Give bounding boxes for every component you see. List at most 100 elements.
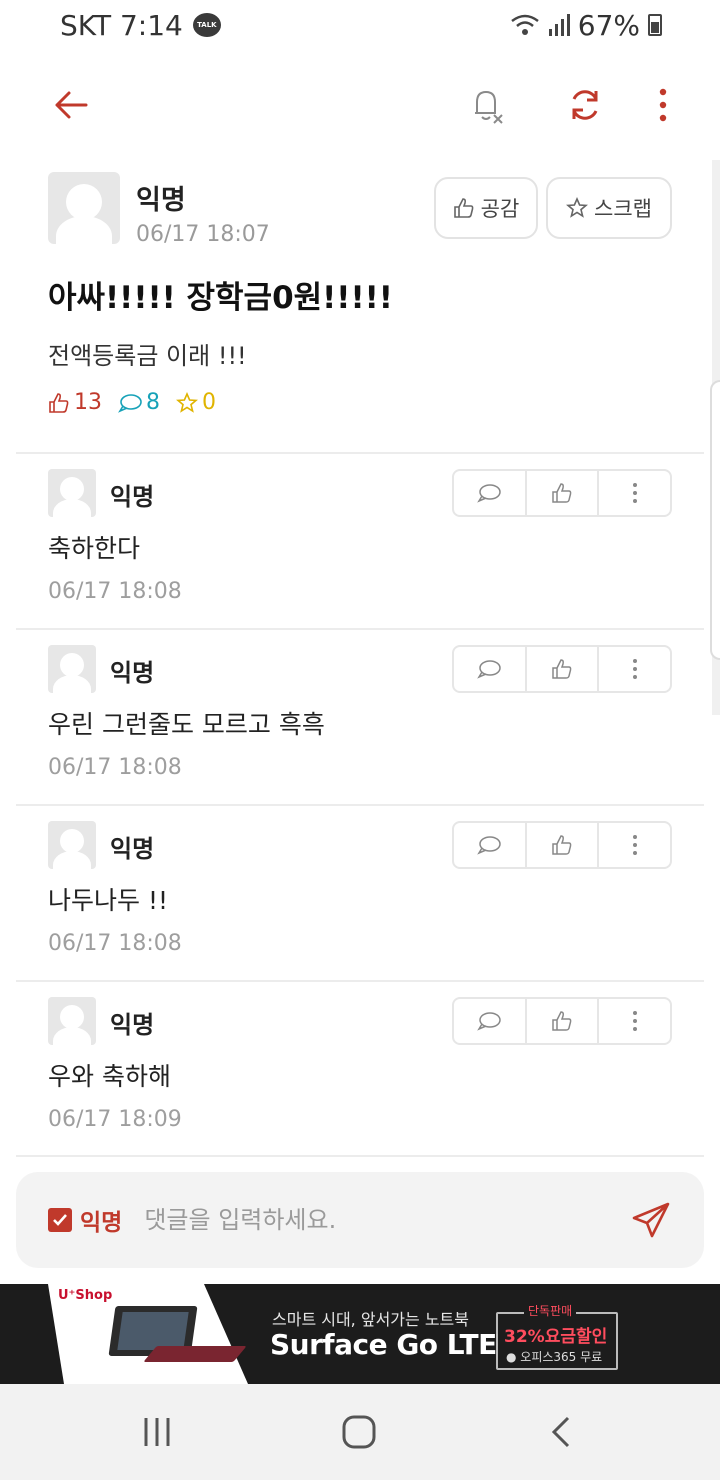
- like-button-label: 공감: [480, 197, 520, 221]
- keyboard-image: [143, 1346, 247, 1362]
- send-button[interactable]: [626, 1195, 676, 1245]
- speech-bubble-icon: [477, 836, 502, 855]
- comment-like-button[interactable]: [527, 471, 600, 515]
- ad-brand-logo: U⁺Shop: [58, 1288, 113, 1303]
- comment-author: 익명: [110, 1011, 155, 1039]
- comment-text: 나두나두 !!: [48, 886, 168, 915]
- comment-like-button[interactable]: [527, 823, 600, 867]
- send-icon: [632, 1202, 670, 1238]
- post-body: 전액등록금 이래 !!!: [48, 342, 247, 370]
- anonymous-label[interactable]: 익명: [80, 1203, 122, 1237]
- recent-apps-button[interactable]: [133, 1408, 181, 1456]
- speech-bubble-icon: [477, 660, 502, 679]
- comment-input-bar: 익명: [16, 1172, 704, 1268]
- ad-title: Surface Go LTE: [270, 1328, 497, 1361]
- comment-like-button[interactable]: [527, 999, 600, 1043]
- comment-like-button[interactable]: [527, 647, 600, 691]
- back-nav-button[interactable]: [537, 1408, 585, 1456]
- comment-time: 06/17 18:08: [48, 579, 182, 604]
- scrap-button[interactable]: 스크랩: [546, 177, 672, 239]
- system-nav-bar: [0, 1384, 720, 1480]
- comment-input[interactable]: [144, 1206, 626, 1234]
- speech-bubble-icon: [118, 393, 142, 413]
- reply-button[interactable]: [454, 999, 527, 1043]
- reply-button[interactable]: [454, 823, 527, 867]
- comment-time: 06/17 18:08: [48, 755, 182, 780]
- post-date: 06/17 18:07: [136, 222, 270, 247]
- comment-item: 익명 우린 그런줄도 모르고 흑흑 06/17 18:08: [48, 645, 672, 805]
- ad-banner[interactable]: U⁺Shop 스마트 시대, 앞서가는 노트북 Surface Go LTE 단…: [0, 1284, 720, 1384]
- ad-subtitle: 스마트 시대, 앞서가는 노트북: [272, 1310, 469, 1329]
- reply-button[interactable]: [454, 471, 527, 515]
- more-options-button[interactable]: [638, 80, 688, 130]
- more-vertical-icon: [632, 659, 637, 679]
- home-button[interactable]: [335, 1408, 383, 1456]
- divider: [16, 1155, 704, 1157]
- more-vertical-icon: [632, 483, 637, 503]
- notification-off-button[interactable]: [462, 80, 512, 130]
- comment-item: 익명 나두나두 !! 06/17 18:08: [48, 821, 672, 981]
- speech-bubble-icon: [477, 484, 502, 503]
- thumbs-up-icon: [552, 835, 572, 855]
- more-vertical-icon: [632, 835, 637, 855]
- comment-actions: [452, 997, 672, 1045]
- comment-item: 익명 축하한다 06/17 18:08: [48, 469, 672, 629]
- avatar: [48, 997, 96, 1045]
- more-vertical-icon: [659, 88, 667, 122]
- status-bar: SKT 7:14 TALK 67%: [0, 0, 720, 50]
- bell-off-icon: [475, 90, 503, 124]
- comment-actions: [452, 469, 672, 517]
- avatar: [48, 645, 96, 693]
- back-button[interactable]: [46, 80, 96, 130]
- speech-bubble-icon: [477, 1012, 502, 1031]
- comment-actions: [452, 821, 672, 869]
- thumbs-up-icon: [552, 483, 572, 503]
- refresh-button[interactable]: [560, 80, 610, 130]
- comment-count: 8: [118, 390, 160, 415]
- ad-tag: 단독판매: [524, 1302, 577, 1319]
- divider: [16, 980, 704, 982]
- post-stats: 13 8 0: [48, 390, 216, 415]
- comment-more-button[interactable]: [599, 823, 670, 867]
- divider: [16, 452, 704, 454]
- divider: [16, 628, 704, 630]
- scrap-count: 0: [176, 390, 216, 415]
- post-title: 아싸!!!!! 장학금0원!!!!!: [48, 280, 393, 316]
- comment-author: 익명: [110, 483, 155, 511]
- post: 익명 06/17 18:07 공감 스크랩 아싸!!!!! 장학금0원!!!!!…: [48, 172, 672, 415]
- comment-more-button[interactable]: [599, 999, 670, 1043]
- reply-button[interactable]: [454, 647, 527, 691]
- comment-author: 익명: [110, 835, 155, 863]
- thumbs-up-icon: [552, 1011, 572, 1031]
- divider: [16, 804, 704, 806]
- kakaotalk-icon: TALK: [192, 13, 221, 37]
- star-icon: [566, 197, 589, 218]
- signal-icon: [548, 14, 570, 36]
- comment-text: 우린 그런줄도 모르고 흑흑: [48, 710, 325, 739]
- star-icon: [176, 391, 198, 413]
- anonymous-checkbox[interactable]: [48, 1208, 72, 1232]
- ad-offer: ● 오피스365 무료: [506, 1350, 603, 1364]
- arrow-left-icon: [55, 91, 88, 119]
- home-icon: [342, 1415, 376, 1449]
- wifi-icon: [511, 14, 539, 35]
- comment-author: 익명: [110, 659, 155, 687]
- thumbs-up-icon: [49, 392, 69, 413]
- ad-discount: 32%요금할인: [504, 1327, 608, 1347]
- comment-actions: [452, 645, 672, 693]
- scrollbar-thumb[interactable]: [710, 380, 720, 660]
- comment-more-button[interactable]: [599, 647, 670, 691]
- battery-percent: 67%: [577, 8, 640, 42]
- like-button[interactable]: 공감: [434, 177, 538, 239]
- checkmark-icon: [53, 1214, 67, 1226]
- battery-icon: [648, 14, 662, 36]
- refresh-icon: [572, 90, 598, 120]
- avatar: [48, 172, 120, 244]
- top-toolbar: [0, 60, 720, 150]
- scrap-button-label: 스크랩: [594, 197, 652, 221]
- comment-time: 06/17 18:08: [48, 931, 182, 956]
- comment-time: 06/17 18:09: [48, 1107, 182, 1132]
- comment-text: 우와 축하해: [48, 1062, 171, 1091]
- comment-more-button[interactable]: [599, 471, 670, 515]
- comment-item: 익명 우와 축하해 06/17 18:09: [48, 997, 672, 1157]
